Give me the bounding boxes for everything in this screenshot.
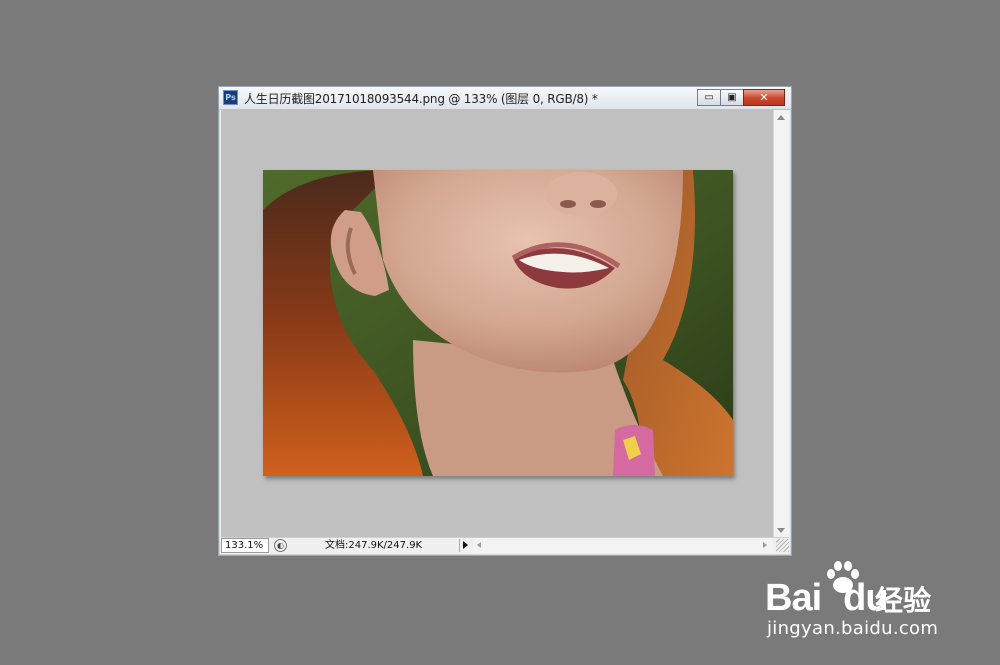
scroll-left-arrow-icon[interactable] bbox=[477, 542, 481, 548]
scroll-right-arrow-icon[interactable] bbox=[763, 542, 767, 548]
status-menu-arrow-icon[interactable] bbox=[459, 539, 472, 552]
photoshop-document-window[interactable]: Ps 人生日历截图20171018093544.png @ 133% (图层 0… bbox=[218, 86, 792, 556]
baidu-jingyan-watermark: Bai du 经验 jingyan.baidu.com bbox=[765, 556, 995, 646]
resize-grip-icon[interactable] bbox=[776, 539, 789, 552]
document-image[interactable] bbox=[263, 170, 733, 476]
document-title: 人生日历截图20171018093544.png @ 133% (图层 0, R… bbox=[244, 92, 598, 106]
watermark-url: jingyan.baidu.com bbox=[767, 618, 939, 639]
scroll-up-arrow-icon[interactable] bbox=[777, 115, 785, 120]
status-bar: 133.1% ◐ 文档:247.9K/247.9K bbox=[221, 537, 789, 553]
minimize-button[interactable]: ▭ bbox=[697, 89, 721, 106]
close-button[interactable]: ✕ bbox=[743, 89, 785, 106]
document-titlebar[interactable]: Ps 人生日历截图20171018093544.png @ 133% (图层 0… bbox=[219, 87, 791, 110]
vertical-scrollbar[interactable] bbox=[773, 110, 789, 538]
maximize-button[interactable]: ▣ bbox=[720, 89, 744, 106]
canvas-area[interactable] bbox=[221, 110, 773, 538]
status-info-icon[interactable]: ◐ bbox=[274, 539, 287, 552]
zoom-level-field[interactable]: 133.1% bbox=[221, 538, 269, 553]
window-controls: ▭ ▣ ✕ bbox=[697, 89, 785, 106]
scroll-down-arrow-icon[interactable] bbox=[777, 528, 785, 533]
watermark-jingyan: 经验 bbox=[875, 584, 932, 617]
portrait-photo bbox=[263, 170, 733, 476]
horizontal-scrollbar[interactable] bbox=[473, 538, 773, 553]
photoshop-app-icon: Ps bbox=[223, 90, 238, 105]
watermark-brand: Bai du bbox=[765, 577, 889, 619]
document-size-info: 文档:247.9K/247.9K bbox=[325, 540, 423, 551]
